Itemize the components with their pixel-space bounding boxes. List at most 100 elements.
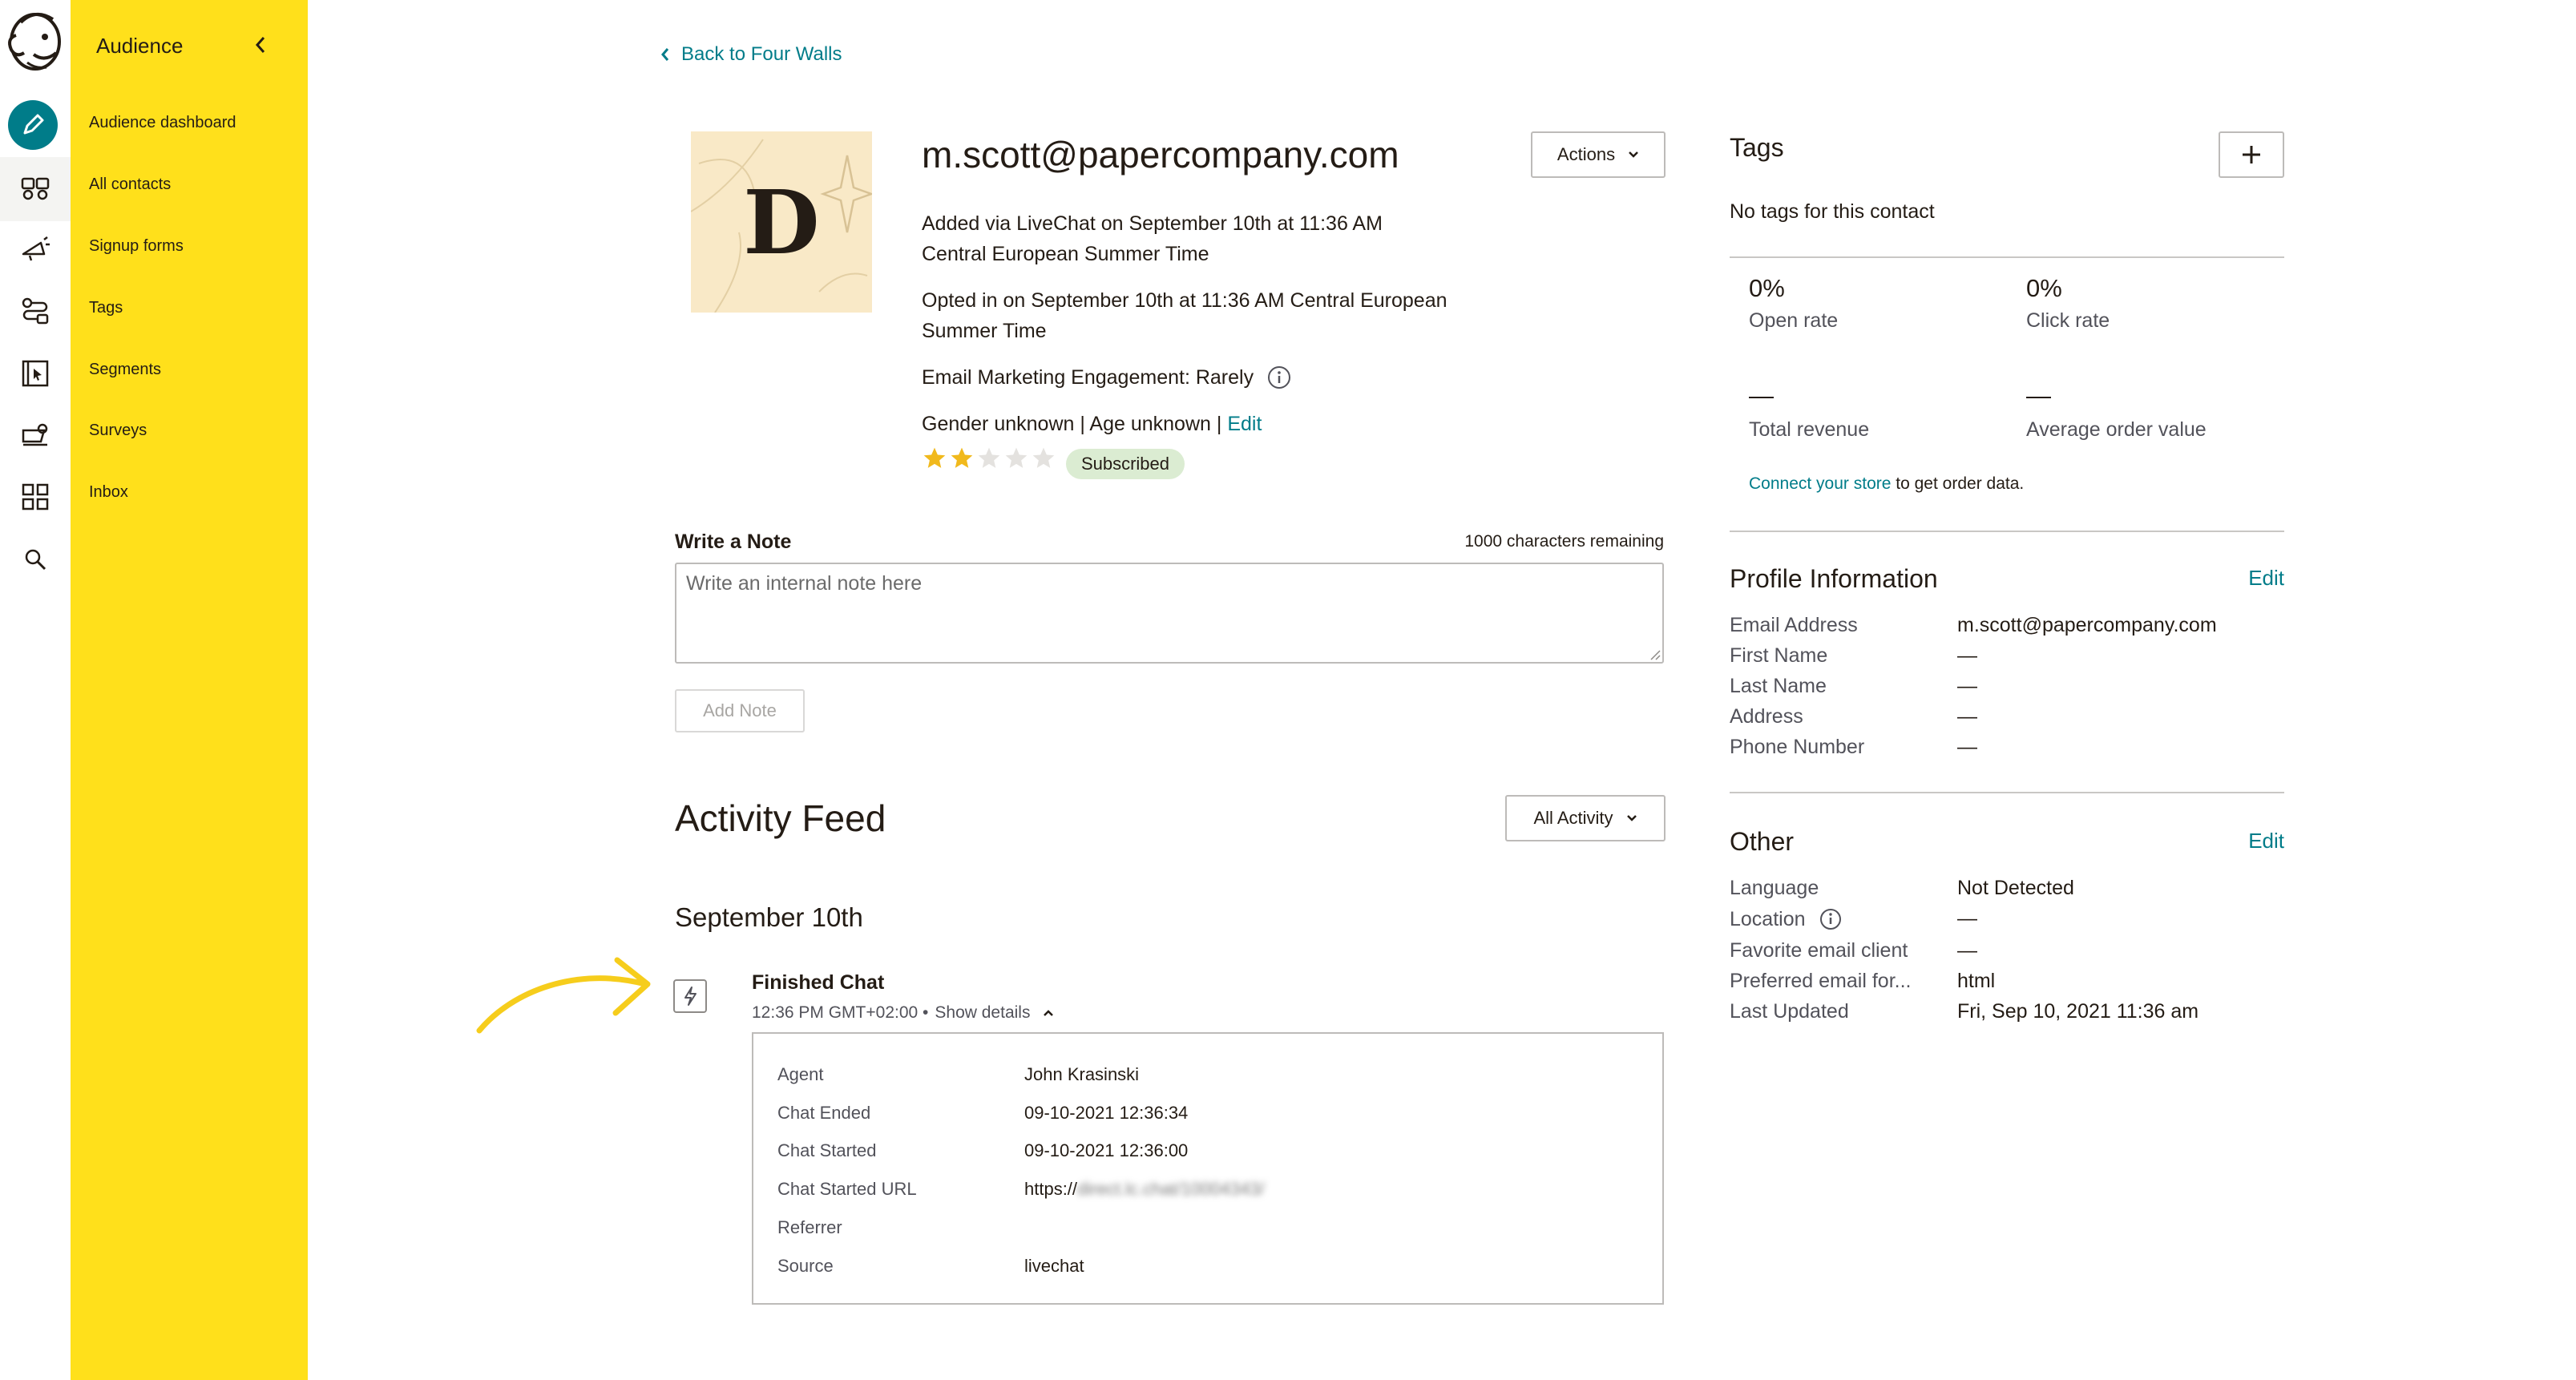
demographics-text: Gender unknown | Age unknown | bbox=[922, 413, 1222, 435]
campaigns-icon[interactable] bbox=[11, 224, 59, 272]
detail-key: Source bbox=[777, 1256, 834, 1276]
show-details-toggle[interactable]: Show details bbox=[935, 1003, 1030, 1023]
collapse-sidebar-button[interactable] bbox=[248, 30, 273, 59]
activity-filter-dropdown[interactable]: All Activity bbox=[1505, 795, 1666, 841]
other-key: Language bbox=[1730, 877, 1819, 899]
opted-line-2: Summer Time bbox=[922, 320, 1047, 342]
other-key-location: Location bbox=[1730, 907, 1843, 931]
chevron-left-icon bbox=[661, 48, 669, 61]
audience-icon[interactable] bbox=[0, 157, 71, 221]
detail-key: Chat Ended bbox=[777, 1103, 871, 1123]
total-revenue-label: Total revenue bbox=[1749, 418, 1870, 441]
connect-store-row: Connect your store to get order data. bbox=[1749, 474, 2024, 494]
lightning-icon bbox=[673, 979, 707, 1013]
chevron-left-icon bbox=[255, 37, 265, 53]
sidebar-item-tags[interactable]: Tags bbox=[89, 299, 123, 317]
url-prefix: https:// bbox=[1024, 1179, 1078, 1199]
audience-sidebar: Audience Audience dashboard All contacts… bbox=[71, 0, 308, 1380]
plus-icon bbox=[2243, 146, 2260, 163]
star-empty-icon bbox=[978, 447, 1000, 468]
resize-handle-icon[interactable] bbox=[1648, 648, 1661, 660]
event-details-panel: Agent John Krasinski Chat Ended 09-10-20… bbox=[752, 1032, 1664, 1305]
connect-store-link[interactable]: Connect your store bbox=[1749, 474, 1891, 493]
other-title: Other bbox=[1730, 827, 1795, 856]
detail-value: John Krasinski bbox=[1024, 1064, 1140, 1084]
opted-line-1: Opted in on September 10th at 11:36 AM C… bbox=[922, 289, 1447, 312]
event-meta: 12:36 PM GMT+02:00 • Show details bbox=[752, 1003, 1054, 1023]
activity-feed-title: Activity Feed bbox=[675, 797, 886, 839]
chevron-up-icon[interactable] bbox=[1043, 1009, 1054, 1017]
mailchimp-logo[interactable] bbox=[3, 6, 66, 74]
detail-key: Referrer bbox=[777, 1217, 842, 1237]
detail-value-url: https://direct.lc.chat/10004343/ bbox=[1024, 1179, 1265, 1200]
note-textarea[interactable]: Write an internal note here bbox=[675, 563, 1664, 664]
info-icon[interactable] bbox=[1819, 907, 1843, 931]
open-rate-label: Open rate bbox=[1749, 309, 1839, 332]
website-icon[interactable] bbox=[11, 349, 59, 397]
average-order-label: Average order value bbox=[2026, 418, 2207, 441]
activity-filter-label: All Activity bbox=[1533, 808, 1613, 828]
back-link[interactable]: Back to Four Walls bbox=[660, 43, 842, 66]
detail-key: Chat Started bbox=[777, 1140, 877, 1160]
note-label: Write a Note bbox=[675, 531, 792, 553]
connect-store-text: to get order data. bbox=[1896, 474, 2025, 493]
profile-edit-link[interactable]: Edit bbox=[2248, 566, 2284, 591]
sidebar-item-audience-dashboard[interactable]: Audience dashboard bbox=[89, 114, 236, 132]
other-key: Preferred email for... bbox=[1730, 970, 1912, 992]
click-rate-value: 0% bbox=[2026, 274, 2062, 302]
other-value: html bbox=[1957, 970, 1996, 992]
profile-value: — bbox=[1957, 675, 1977, 697]
content-icon[interactable] bbox=[11, 412, 59, 460]
icon-rail bbox=[0, 0, 71, 1380]
profile-key: Email Address bbox=[1730, 614, 1858, 636]
divider bbox=[1730, 531, 2284, 532]
integrations-icon[interactable] bbox=[11, 473, 59, 521]
back-link-label: Back to Four Walls bbox=[681, 43, 842, 65]
click-rate-label: Click rate bbox=[2026, 309, 2110, 332]
divider bbox=[1730, 792, 2284, 793]
pencil-icon[interactable] bbox=[8, 100, 58, 150]
detail-value: 09-10-2021 12:36:34 bbox=[1024, 1103, 1189, 1123]
demographics-edit-link[interactable]: Edit bbox=[1227, 413, 1262, 435]
sidebar-item-signup-forms[interactable]: Signup forms bbox=[89, 237, 184, 256]
feed-date-heading: September 10th bbox=[675, 902, 863, 932]
avatar-letter: D bbox=[743, 170, 820, 274]
sidebar-item-inbox[interactable]: Inbox bbox=[89, 483, 128, 502]
sidebar-item-segments[interactable]: Segments bbox=[89, 361, 161, 379]
added-info: Added via LiveChat on September 10th at … bbox=[922, 208, 1383, 269]
divider bbox=[1730, 256, 2284, 258]
other-key: Favorite email client bbox=[1730, 939, 1908, 962]
average-order-value: — bbox=[2026, 381, 2051, 410]
profile-value: — bbox=[1957, 705, 1977, 728]
profile-value: m.scott@papercompany.com bbox=[1957, 614, 2217, 636]
star-filled-icon bbox=[923, 447, 946, 468]
info-icon[interactable] bbox=[1266, 365, 1292, 390]
actions-label: Actions bbox=[1557, 144, 1616, 164]
automations-icon[interactable] bbox=[11, 287, 59, 335]
profile-key: Address bbox=[1730, 705, 1803, 728]
detail-key: Agent bbox=[777, 1064, 824, 1084]
other-value: — bbox=[1957, 907, 1977, 930]
rating-stars bbox=[922, 446, 1056, 471]
other-edit-link[interactable]: Edit bbox=[2248, 829, 2284, 853]
profile-value: — bbox=[1957, 644, 1977, 667]
add-tag-button[interactable] bbox=[2219, 131, 2284, 178]
event-time: 12:36 PM GMT+02:00 • bbox=[752, 1003, 929, 1022]
blurred-url: direct.lc.chat/10004343/ bbox=[1077, 1179, 1265, 1199]
other-key: Last Updated bbox=[1730, 1000, 1849, 1023]
sidebar-item-all-contacts[interactable]: All contacts bbox=[89, 176, 171, 194]
open-rate-value: 0% bbox=[1749, 274, 1785, 302]
star-empty-icon bbox=[1005, 447, 1028, 468]
avatar: D bbox=[691, 131, 872, 313]
profile-key: Last Name bbox=[1730, 675, 1827, 697]
added-line-2: Central European Summer Time bbox=[922, 243, 1209, 265]
other-value: Not Detected bbox=[1957, 877, 2074, 899]
tags-empty-text: No tags for this contact bbox=[1730, 200, 1935, 223]
other-value: — bbox=[1957, 939, 1977, 962]
chevron-down-icon bbox=[1629, 151, 1638, 158]
actions-button[interactable]: Actions bbox=[1531, 131, 1666, 178]
detail-value: 09-10-2021 12:36:00 bbox=[1024, 1140, 1189, 1160]
add-note-button[interactable]: Add Note bbox=[675, 689, 805, 732]
sidebar-item-surveys[interactable]: Surveys bbox=[89, 422, 147, 440]
search-icon[interactable] bbox=[11, 535, 59, 583]
